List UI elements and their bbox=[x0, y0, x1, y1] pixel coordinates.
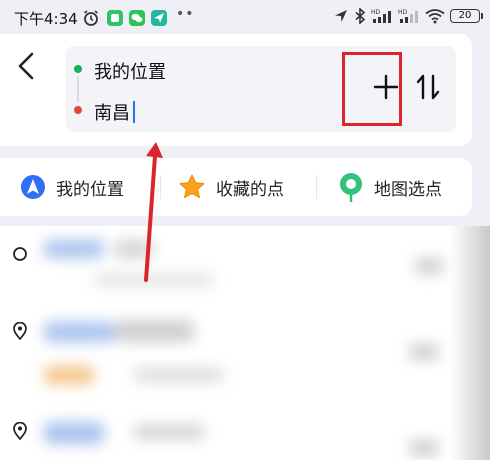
wifi-icon bbox=[425, 9, 445, 24]
battery-level: 20 bbox=[458, 10, 472, 21]
back-button[interactable] bbox=[12, 48, 40, 84]
navigation-icon bbox=[335, 10, 347, 22]
destination-field[interactable]: 南昌 bbox=[94, 99, 135, 125]
add-waypoint-button[interactable] bbox=[373, 74, 399, 100]
svg-text:HD: HD bbox=[371, 9, 381, 16]
end-dot bbox=[74, 106, 82, 114]
bluetooth-icon bbox=[355, 8, 366, 24]
start-location-text: 我的位置 bbox=[94, 62, 166, 83]
status-bar: 下午4:34 •• HD HD 20 bbox=[0, 0, 490, 34]
location-arrow-icon bbox=[21, 175, 45, 199]
quick-favorites[interactable]: 收藏的点 bbox=[178, 158, 284, 216]
history-list bbox=[0, 226, 490, 460]
destination-text: 南昌 bbox=[94, 103, 130, 124]
signal-hd-2-icon: HD bbox=[398, 9, 418, 23]
signal-hd-icon: HD bbox=[371, 9, 391, 23]
quick-select-bar: 我的位置 收藏的点 地图选点 bbox=[0, 158, 472, 216]
svg-text:HD: HD bbox=[398, 9, 408, 16]
more-notifications-icon: •• bbox=[176, 6, 195, 22]
start-dot bbox=[74, 65, 82, 73]
swap-route-button[interactable] bbox=[415, 72, 441, 102]
quick-bar-divider bbox=[316, 175, 317, 199]
app-notification-icon bbox=[107, 10, 123, 26]
alarm-icon bbox=[84, 10, 98, 26]
map-pin-icon bbox=[340, 173, 362, 202]
quick-map-select-label: 地图选点 bbox=[374, 179, 442, 200]
quick-my-location-label: 我的位置 bbox=[56, 179, 124, 200]
start-location-field[interactable]: 我的位置 bbox=[94, 58, 166, 84]
blurred-content bbox=[24, 226, 490, 460]
quick-my-location[interactable]: 我的位置 bbox=[20, 158, 124, 216]
battery-icon: 20 bbox=[450, 9, 483, 23]
star-icon bbox=[179, 174, 205, 199]
route-connector bbox=[77, 76, 79, 102]
system-status-icons: HD HD 20 bbox=[333, 8, 483, 24]
quick-favorites-label: 收藏的点 bbox=[216, 179, 284, 200]
annotation-arrow bbox=[144, 142, 163, 282]
status-time: 下午4:34 bbox=[14, 10, 78, 28]
text-caret bbox=[133, 101, 135, 123]
edge-shadow bbox=[450, 226, 490, 460]
quick-map-select[interactable]: 地图选点 bbox=[338, 158, 442, 216]
wechat-icon bbox=[129, 10, 145, 26]
send-app-icon bbox=[151, 10, 167, 26]
